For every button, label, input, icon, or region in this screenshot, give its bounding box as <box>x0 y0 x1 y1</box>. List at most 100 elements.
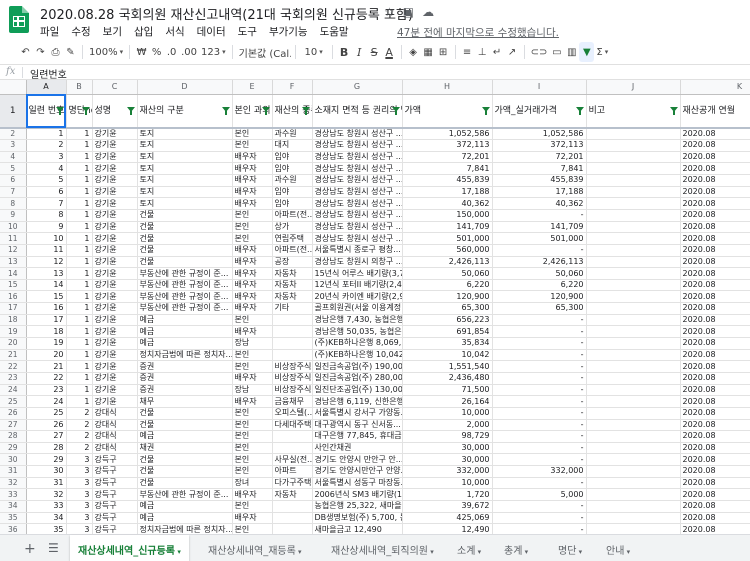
table-cell[interactable]: 17,188 <box>492 186 587 199</box>
table-cell[interactable]: 1,052,586 <box>492 128 587 141</box>
menu-edit[interactable]: 수정 <box>71 24 90 39</box>
table-cell[interactable]: 서울특별시 강서구 가양동... <box>312 407 403 420</box>
row-number[interactable]: 16 <box>0 290 27 304</box>
row-number[interactable]: 9 <box>0 209 27 222</box>
merge-cells-icon[interactable]: ⊞ <box>436 42 451 62</box>
table-cell[interactable] <box>586 221 681 234</box>
table-cell[interactable]: - <box>492 244 587 257</box>
table-cell[interactable] <box>586 244 681 257</box>
strikethrough-button[interactable]: S <box>367 42 382 62</box>
table-cell[interactable]: 임야 <box>272 162 313 176</box>
table-cell[interactable]: 2020.08 <box>680 523 750 534</box>
table-cell[interactable]: 425,069 <box>402 512 493 525</box>
row-number[interactable]: 34 <box>0 500 27 513</box>
table-cell[interactable]: 본인 <box>232 465 273 478</box>
table-cell[interactable]: 2020.08 <box>680 128 750 141</box>
table-cell[interactable]: 2020.08 <box>680 232 750 245</box>
table-cell[interactable]: 1,052,586 <box>402 128 493 141</box>
header-cell[interactable]: 본인 과의 관계 <box>232 94 273 129</box>
table-cell[interactable]: 120,900 <box>492 290 587 304</box>
row-number[interactable]: 7 <box>0 186 27 199</box>
column-header[interactable]: C <box>92 80 138 95</box>
table-cell[interactable]: 배우자 <box>232 267 273 280</box>
table-cell[interactable]: 1 <box>66 290 93 304</box>
table-cell[interactable]: 토지 <box>137 174 233 187</box>
fill-color-icon[interactable]: ◈ <box>406 42 421 62</box>
table-cell[interactable]: 토지 <box>137 197 233 210</box>
sheet-tab-active[interactable]: 재산상세내역_신규등록 <box>70 535 189 561</box>
table-cell[interactable]: 강득구 <box>92 523 138 534</box>
table-cell[interactable]: 강기윤 <box>92 221 138 234</box>
table-cell[interactable]: 부동산에 관한 규정이 준... <box>137 267 233 280</box>
row-number[interactable]: 3 <box>0 139 27 152</box>
table-cell[interactable]: 경상남도 창원시 성산구 ... <box>312 128 403 141</box>
table-cell[interactable]: 35,834 <box>402 337 493 350</box>
table-cell[interactable]: 건물 <box>137 232 233 245</box>
table-cell[interactable]: 6,220 <box>402 279 493 292</box>
table-cell[interactable]: 경남은행 6,119, 신한은행... <box>312 395 403 408</box>
table-cell[interactable]: 18 <box>26 325 67 339</box>
table-cell[interactable] <box>586 442 681 455</box>
table-cell[interactable]: 15 <box>26 290 67 304</box>
column-header[interactable]: G <box>312 80 403 95</box>
table-cell[interactable]: 배우자 <box>232 174 273 187</box>
table-cell[interactable]: 20년식 카이엔 배기량(2,9... <box>312 290 403 304</box>
document-title[interactable]: 2020.08.28 국회의원 재산신고내역(21대 국회의원 신규등록 포함) <box>40 4 413 23</box>
row-number[interactable]: 25 <box>0 395 27 408</box>
menu-insert[interactable]: 삽입 <box>134 24 153 39</box>
table-cell[interactable]: 강기윤 <box>92 290 138 304</box>
table-cell[interactable]: 증권 <box>137 372 233 385</box>
table-cell[interactable]: 10 <box>26 232 67 245</box>
table-cell[interactable]: 새마을금고 12,490 <box>312 523 403 534</box>
header-cell[interactable]: 재산공개 연월 <box>680 94 750 129</box>
table-cell[interactable]: 강득구 <box>92 453 138 467</box>
table-cell[interactable]: 임야 <box>272 197 313 210</box>
table-cell[interactable]: 서울특별시 성동구 마장동... <box>312 477 403 490</box>
table-cell[interactable]: 경남은행 50,035, 농협은행... <box>312 325 403 339</box>
table-cell[interactable]: 강기윤 <box>92 349 138 362</box>
table-cell[interactable]: 강기윤 <box>92 151 138 164</box>
table-cell[interactable]: 30,000 <box>402 442 493 455</box>
table-cell[interactable]: 예금 <box>137 512 233 525</box>
table-cell[interactable]: 농협은행 25,322, 새마을... <box>312 500 403 513</box>
filter-dropdown-icon[interactable] <box>669 106 678 115</box>
table-cell[interactable]: 임야 <box>272 186 313 199</box>
menu-file[interactable]: 파일 <box>40 24 59 39</box>
table-cell[interactable]: 2,000 <box>402 419 493 432</box>
table-cell[interactable]: 71,500 <box>402 384 493 397</box>
table-cell[interactable]: - <box>492 419 587 432</box>
table-cell[interactable] <box>586 267 681 280</box>
header-cell[interactable]: 성명 <box>92 94 138 129</box>
table-cell[interactable] <box>586 174 681 187</box>
table-cell[interactable]: - <box>492 512 587 525</box>
table-cell[interactable]: 26 <box>26 419 67 432</box>
table-cell[interactable] <box>272 512 313 525</box>
table-cell[interactable]: 2020.08 <box>680 279 750 292</box>
row-number[interactable]: 12 <box>0 244 27 257</box>
table-cell[interactable]: 비상장주식 <box>272 360 313 373</box>
sheet-tab[interactable]: 소계 <box>449 535 489 561</box>
sheet-tab[interactable]: 안내 <box>598 535 638 561</box>
table-cell[interactable]: 12,490 <box>402 523 493 534</box>
table-cell[interactable]: 배우자 <box>232 151 273 164</box>
table-cell[interactable]: 강대식 <box>92 407 138 420</box>
table-cell[interactable]: 자동차 <box>272 279 313 292</box>
table-cell[interactable]: 경기도 안양시만안구 안양... <box>312 465 403 478</box>
text-rotate-icon[interactable]: ↗ <box>505 42 520 62</box>
column-header[interactable]: B <box>66 80 93 95</box>
table-cell[interactable]: 16 <box>26 302 67 315</box>
table-cell[interactable]: 2020.08 <box>680 244 750 257</box>
table-cell[interactable] <box>272 349 313 362</box>
table-cell[interactable]: 2020.08 <box>680 267 750 280</box>
filter-dropdown-icon[interactable] <box>391 106 400 115</box>
table-cell[interactable]: 40,362 <box>492 197 587 210</box>
table-cell[interactable]: 강기윤 <box>92 186 138 199</box>
menu-addons[interactable]: 부가기능 <box>269 24 308 39</box>
table-cell[interactable]: 11 <box>26 244 67 257</box>
table-cell[interactable]: 5 <box>26 174 67 187</box>
print-icon[interactable]: ⎙ <box>48 42 63 62</box>
align-horizontal-icon[interactable]: ≡ <box>460 42 475 62</box>
row-number[interactable]: 28 <box>0 430 27 443</box>
table-cell[interactable]: 본인 <box>232 221 273 234</box>
row-number[interactable]: 31 <box>0 465 27 478</box>
